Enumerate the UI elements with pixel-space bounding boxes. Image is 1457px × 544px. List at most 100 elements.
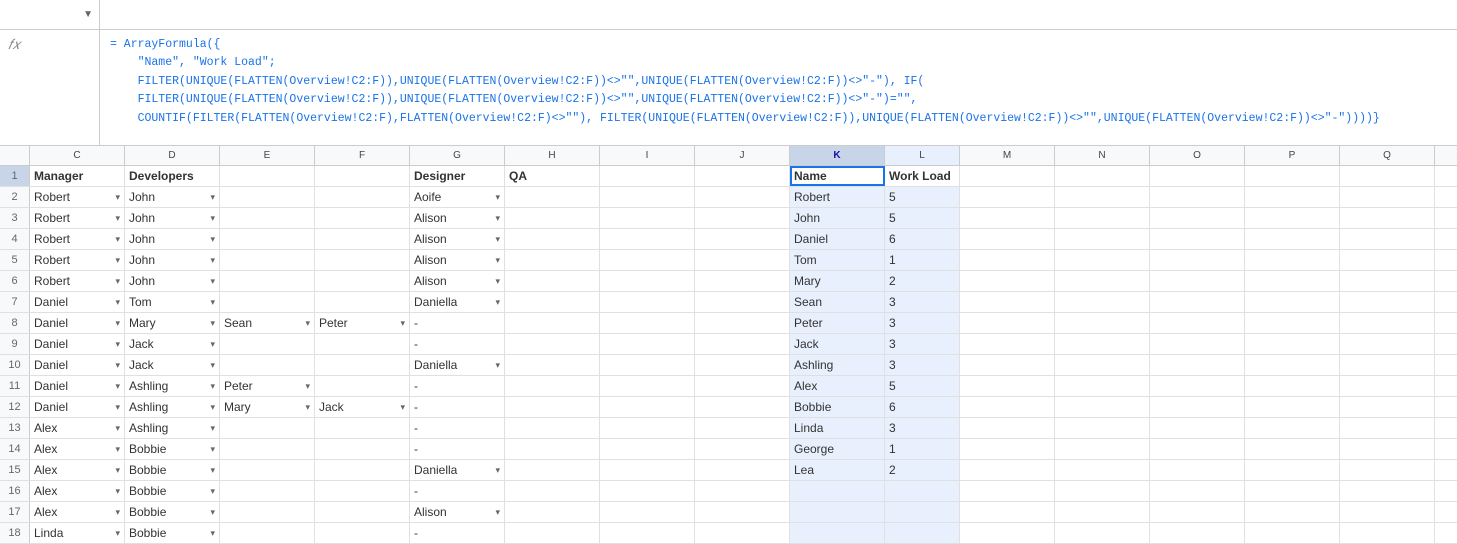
spreadsheet-cell[interactable] — [885, 523, 960, 543]
col-header-l[interactable]: L — [885, 146, 960, 165]
spreadsheet-cell[interactable] — [1340, 397, 1435, 417]
spreadsheet-cell[interactable]: Ashling▾ — [125, 418, 220, 438]
spreadsheet-cell[interactable]: Manager — [30, 166, 125, 186]
spreadsheet-cell[interactable] — [1055, 229, 1150, 249]
spreadsheet-cell[interactable]: Peter▾ — [220, 376, 315, 396]
spreadsheet-cell[interactable]: Alex▾ — [30, 502, 125, 522]
spreadsheet-cell[interactable] — [960, 439, 1055, 459]
spreadsheet-cell[interactable] — [315, 502, 410, 522]
spreadsheet-cell[interactable] — [505, 355, 600, 375]
spreadsheet-cell[interactable]: Daniel▾ — [30, 376, 125, 396]
spreadsheet-cell[interactable] — [695, 313, 790, 333]
dropdown-arrow-icon[interactable]: ▾ — [115, 318, 120, 329]
col-header-d[interactable]: D — [125, 146, 220, 165]
spreadsheet-cell[interactable]: - — [410, 439, 505, 459]
dropdown-arrow-icon[interactable]: ▾ — [115, 507, 120, 518]
spreadsheet-cell[interactable]: 1 — [885, 439, 960, 459]
dropdown-arrow-icon[interactable]: ▾ — [115, 234, 120, 245]
dropdown-arrow-icon[interactable]: ▾ — [115, 444, 120, 455]
spreadsheet-cell[interactable] — [1245, 334, 1340, 354]
spreadsheet-cell[interactable] — [1245, 397, 1340, 417]
spreadsheet-cell[interactable] — [1245, 418, 1340, 438]
spreadsheet-cell[interactable] — [1340, 460, 1435, 480]
spreadsheet-cell[interactable] — [1340, 292, 1435, 312]
spreadsheet-cell[interactable]: Daniella▾ — [410, 460, 505, 480]
spreadsheet-cell[interactable]: Alex▾ — [30, 439, 125, 459]
cell-reference[interactable]: ▼ — [0, 0, 100, 29]
spreadsheet-cell[interactable] — [1055, 460, 1150, 480]
spreadsheet-cell[interactable]: Alex▾ — [30, 481, 125, 501]
col-header-c[interactable]: C — [30, 146, 125, 165]
spreadsheet-cell[interactable] — [1150, 376, 1245, 396]
spreadsheet-cell[interactable] — [695, 292, 790, 312]
spreadsheet-cell[interactable] — [315, 166, 410, 186]
spreadsheet-cell[interactable] — [960, 208, 1055, 228]
spreadsheet-cell[interactable] — [695, 229, 790, 249]
spreadsheet-cell[interactable] — [1055, 208, 1150, 228]
spreadsheet-cell[interactable]: Alex▾ — [30, 418, 125, 438]
dropdown-arrow-icon[interactable]: ▾ — [495, 465, 500, 476]
spreadsheet-cell[interactable]: - — [410, 481, 505, 501]
spreadsheet-cell[interactable] — [315, 439, 410, 459]
spreadsheet-cell[interactable] — [1150, 502, 1245, 522]
spreadsheet-cell[interactable]: Linda▾ — [30, 523, 125, 543]
spreadsheet-cell[interactable]: 3 — [885, 313, 960, 333]
spreadsheet-cell[interactable] — [1055, 502, 1150, 522]
spreadsheet-cell[interactable]: - — [410, 397, 505, 417]
spreadsheet-cell[interactable] — [1340, 502, 1435, 522]
spreadsheet-cell[interactable] — [220, 229, 315, 249]
dropdown-arrow-icon[interactable]: ▾ — [210, 528, 215, 539]
dropdown-arrow-icon[interactable]: ▾ — [115, 192, 120, 203]
spreadsheet-cell[interactable]: John▾ — [125, 187, 220, 207]
spreadsheet-cell[interactable] — [960, 460, 1055, 480]
dropdown-arrow-icon[interactable]: ▾ — [400, 402, 405, 413]
spreadsheet-cell[interactable]: Sean▾ — [220, 313, 315, 333]
spreadsheet-cell[interactable] — [1055, 187, 1150, 207]
spreadsheet-cell[interactable] — [1150, 523, 1245, 543]
spreadsheet-cell[interactable] — [960, 355, 1055, 375]
spreadsheet-cell[interactable]: Alex — [790, 376, 885, 396]
dropdown-arrow-icon[interactable]: ▾ — [495, 507, 500, 518]
spreadsheet-cell[interactable]: Designer — [410, 166, 505, 186]
spreadsheet-cell[interactable] — [315, 187, 410, 207]
spreadsheet-cell[interactable] — [1245, 229, 1340, 249]
spreadsheet-cell[interactable]: 6 — [885, 229, 960, 249]
spreadsheet-cell[interactable] — [695, 355, 790, 375]
spreadsheet-cell[interactable] — [960, 229, 1055, 249]
spreadsheet-cell[interactable] — [790, 481, 885, 501]
spreadsheet-cell[interactable] — [1340, 481, 1435, 501]
spreadsheet-cell[interactable] — [960, 397, 1055, 417]
spreadsheet-cell[interactable]: Aoife▾ — [410, 187, 505, 207]
spreadsheet-cell[interactable] — [885, 502, 960, 522]
spreadsheet-cell[interactable]: Tom — [790, 250, 885, 270]
spreadsheet-cell[interactable] — [1055, 271, 1150, 291]
spreadsheet-cell[interactable]: Robert▾ — [30, 187, 125, 207]
dropdown-arrow-icon[interactable]: ▾ — [115, 213, 120, 224]
spreadsheet-cell[interactable] — [695, 418, 790, 438]
dropdown-arrow-icon[interactable]: ▾ — [495, 360, 500, 371]
spreadsheet-cell[interactable] — [315, 481, 410, 501]
dropdown-arrow-icon[interactable]: ▾ — [495, 297, 500, 308]
dropdown-arrow-icon[interactable]: ▾ — [210, 213, 215, 224]
dropdown-arrow-icon[interactable]: ▾ — [115, 339, 120, 350]
spreadsheet-cell[interactable] — [600, 355, 695, 375]
spreadsheet-cell[interactable] — [1150, 271, 1245, 291]
spreadsheet-cell[interactable]: Alison▾ — [410, 502, 505, 522]
spreadsheet-cell[interactable] — [1055, 523, 1150, 543]
spreadsheet-cell[interactable] — [505, 250, 600, 270]
spreadsheet-cell[interactable] — [220, 166, 315, 186]
dropdown-arrow-icon[interactable]: ▾ — [305, 318, 310, 329]
dropdown-arrow-icon[interactable]: ▾ — [495, 276, 500, 287]
spreadsheet-cell[interactable] — [315, 292, 410, 312]
spreadsheet-cell[interactable]: Robert▾ — [30, 208, 125, 228]
spreadsheet-cell[interactable] — [1340, 418, 1435, 438]
spreadsheet-cell[interactable] — [600, 313, 695, 333]
spreadsheet-cell[interactable] — [1150, 208, 1245, 228]
spreadsheet-cell[interactable] — [1055, 439, 1150, 459]
spreadsheet-cell[interactable] — [1150, 439, 1245, 459]
dropdown-arrow-icon[interactable]: ▾ — [115, 297, 120, 308]
spreadsheet-cell[interactable]: Peter — [790, 313, 885, 333]
dropdown-arrow-icon[interactable]: ▾ — [210, 423, 215, 434]
spreadsheet-cell[interactable] — [220, 334, 315, 354]
spreadsheet-cell[interactable]: John — [790, 208, 885, 228]
